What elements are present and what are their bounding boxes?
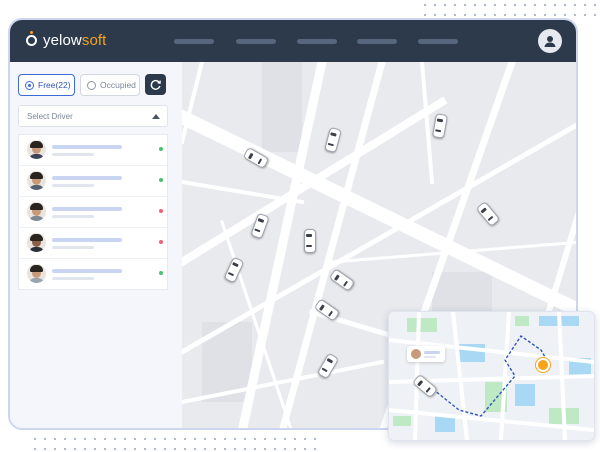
driver-detail-placeholder bbox=[52, 215, 94, 218]
driver-sidebar: Free(22) Occupied Select Driver bbox=[10, 62, 174, 428]
nav-item-1[interactable] bbox=[174, 39, 214, 44]
driver-avatar bbox=[27, 202, 46, 221]
driver-name-placeholder bbox=[52, 145, 122, 149]
driver-name-placeholder bbox=[52, 176, 122, 180]
driver-row[interactable] bbox=[19, 228, 167, 259]
driver-row[interactable] bbox=[19, 197, 167, 228]
dot-pattern-bottom bbox=[30, 434, 320, 452]
driver-avatar bbox=[27, 264, 46, 283]
brand-prefix: yelow bbox=[43, 32, 82, 49]
select-driver-placeholder: Select Driver bbox=[27, 111, 73, 121]
driver-detail-placeholder bbox=[52, 184, 94, 187]
driver-name-placeholder bbox=[52, 238, 122, 242]
driver-detail-placeholder bbox=[52, 246, 94, 249]
nav-item-3[interactable] bbox=[297, 39, 337, 44]
user-icon bbox=[544, 36, 556, 47]
status-dot bbox=[159, 147, 163, 151]
driver-list bbox=[18, 134, 168, 290]
driver-detail-placeholder bbox=[52, 277, 94, 280]
status-dot bbox=[159, 271, 163, 275]
filter-occupied-toggle[interactable]: Occupied bbox=[80, 74, 140, 96]
location-pin-icon bbox=[536, 358, 550, 372]
driver-tooltip bbox=[407, 346, 445, 362]
driver-name-placeholder bbox=[52, 207, 122, 211]
radio-unselected-icon bbox=[87, 80, 96, 90]
nav-item-4[interactable] bbox=[357, 39, 397, 44]
top-navbar: yelow soft bbox=[10, 20, 576, 62]
driver-avatar bbox=[411, 349, 421, 359]
nav-item-2[interactable] bbox=[236, 39, 276, 44]
driver-name-placeholder bbox=[52, 269, 122, 273]
status-dot bbox=[159, 209, 163, 213]
route-preview-card[interactable] bbox=[388, 311, 595, 441]
filter-free-label: Free(22) bbox=[38, 80, 71, 90]
logo-icon bbox=[26, 31, 37, 46]
filter-occupied-label: Occupied bbox=[100, 80, 136, 90]
chevron-up-icon bbox=[152, 114, 160, 119]
driver-detail-placeholder bbox=[52, 153, 94, 156]
driver-avatar bbox=[27, 171, 46, 190]
driver-row[interactable] bbox=[19, 135, 167, 166]
brand-suffix: soft bbox=[81, 32, 107, 49]
driver-avatar bbox=[27, 140, 46, 159]
radio-selected-icon bbox=[25, 80, 34, 90]
nav-item-5[interactable] bbox=[418, 39, 458, 44]
driver-row[interactable] bbox=[19, 259, 167, 289]
status-dot bbox=[159, 240, 163, 244]
car-marker[interactable] bbox=[304, 229, 316, 253]
filter-free-toggle[interactable]: Free(22) bbox=[18, 74, 75, 96]
brand-logo[interactable]: yelow soft bbox=[26, 31, 107, 49]
status-dot bbox=[159, 178, 163, 182]
driver-row[interactable] bbox=[19, 166, 167, 197]
refresh-button[interactable] bbox=[145, 74, 166, 95]
select-driver-dropdown[interactable]: Select Driver bbox=[18, 105, 168, 127]
refresh-icon bbox=[150, 79, 161, 90]
account-button[interactable] bbox=[538, 29, 562, 53]
driver-avatar bbox=[27, 233, 46, 252]
